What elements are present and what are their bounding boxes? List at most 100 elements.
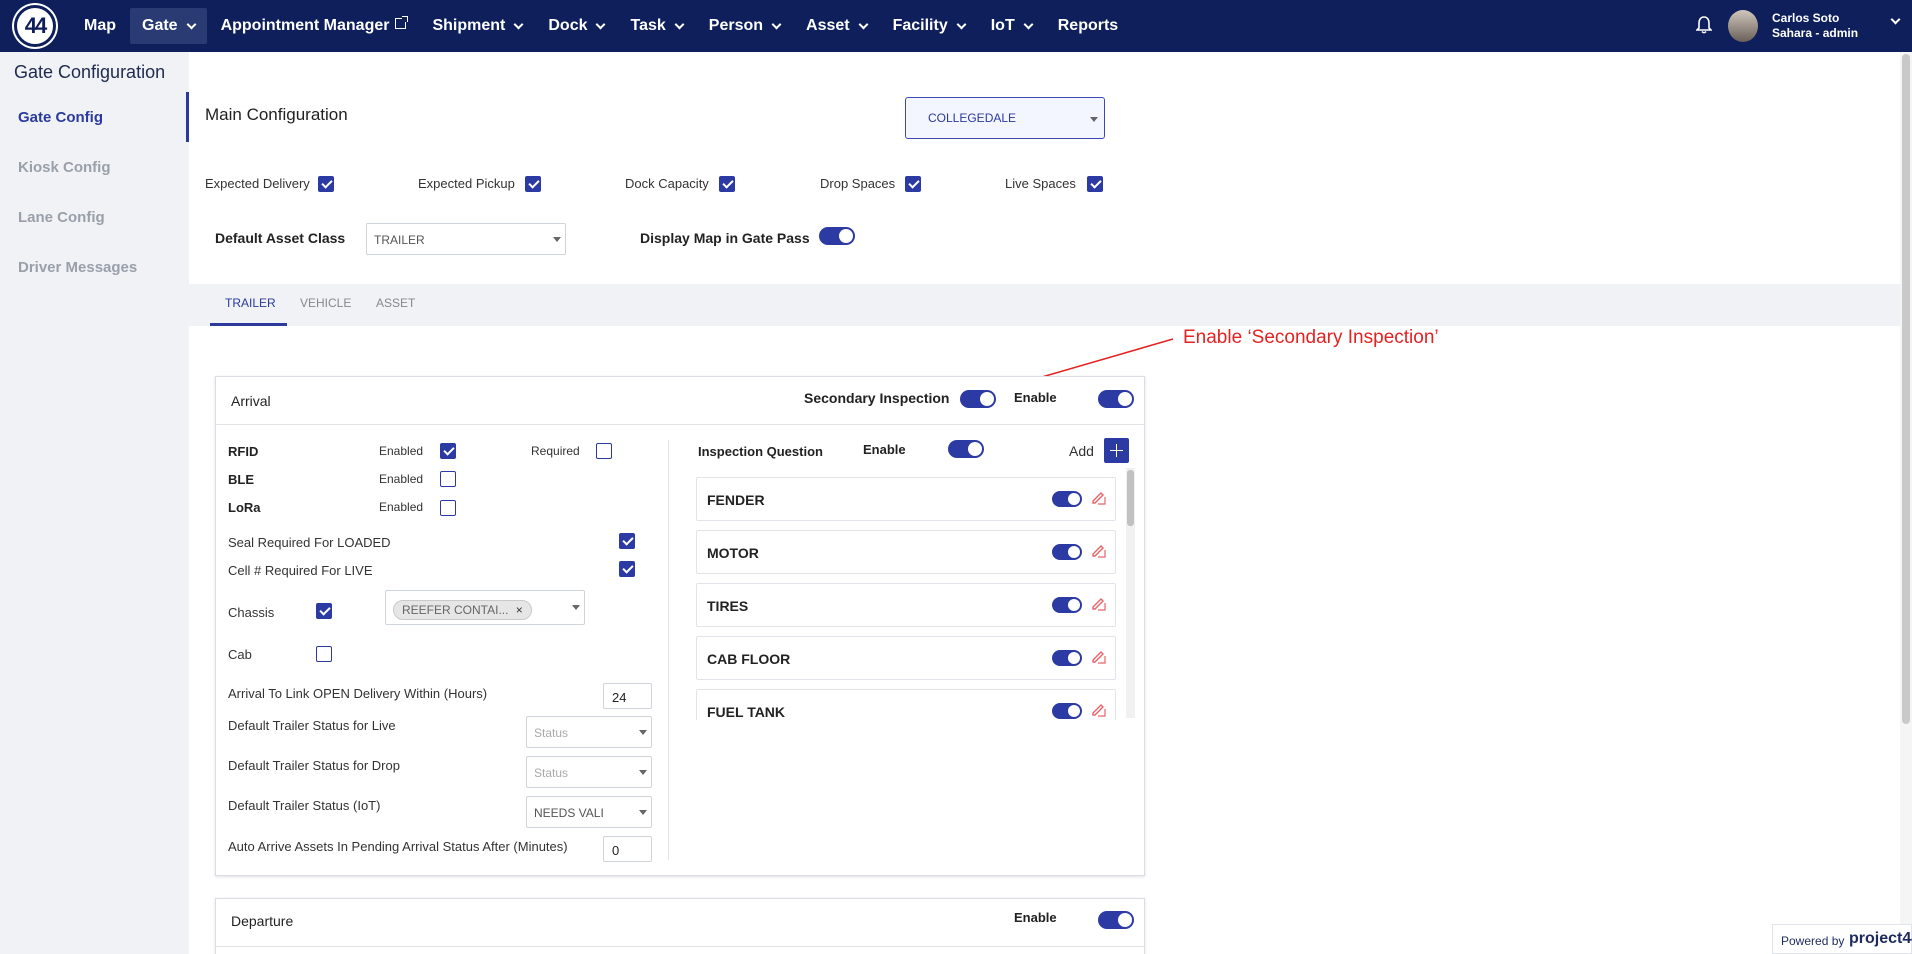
dock-capacity-checkbox[interactable] [719,176,735,192]
inspection-enable-label: Enable [863,442,906,457]
caret-down-icon [639,810,647,815]
rfid-enabled-checkbox[interactable] [440,443,456,459]
user-name: Carlos Soto [1772,11,1840,25]
iot-status-label: Default Trailer Status (IoT) [228,798,381,813]
project44-brand: project44 [1849,930,1912,947]
list-item: TIRES [696,583,1116,627]
chassis-checkbox[interactable] [316,603,332,619]
nav-facility[interactable]: Facility [881,8,977,44]
expected-delivery-checkbox[interactable] [318,176,334,192]
display-map-toggle[interactable] [819,227,855,245]
expected-delivery-label: Expected Delivery [205,176,310,191]
sidebar-active-indicator [186,92,189,142]
lora-label: LoRa [228,500,261,515]
caret-down-icon [639,730,647,735]
live-status-select[interactable]: Status [526,716,652,748]
departure-panel [215,898,1145,954]
edit-pencil-icon[interactable] [1091,490,1107,506]
lora-enabled-label: Enabled [379,500,424,514]
project44-logo[interactable]: 44 [14,5,56,47]
nav-gate[interactable]: Gate [130,8,207,44]
questions-scrollbar-thumb[interactable] [1127,470,1134,526]
drop-spaces-checkbox[interactable] [905,176,921,192]
tab-trailer[interactable]: TRAILER [225,296,276,310]
live-spaces-checkbox[interactable] [1087,176,1103,192]
page-scrollbar-thumb[interactable] [1902,54,1910,724]
nav-iot[interactable]: IoT [979,8,1044,44]
live-status-placeholder: Status [534,726,569,740]
sidebar-item-driver-messages[interactable]: Driver Messages [18,259,137,276]
question-toggle[interactable] [1052,544,1082,560]
edit-pencil-icon[interactable] [1091,702,1107,718]
nav-shipment-label: Shipment [432,17,506,34]
nav-dock[interactable]: Dock [536,8,616,44]
live-spaces-label: Live Spaces [1005,176,1076,191]
question-toggle[interactable] [1052,650,1082,666]
default-asset-class-select[interactable]: TRAILER [366,223,566,255]
list-item: CAB FLOOR [696,636,1116,680]
drop-status-select[interactable]: Status [526,756,652,788]
nav-person-label: Person [708,17,764,34]
chevron-down-icon [513,19,524,29]
avatar[interactable] [1728,10,1758,42]
rfid-required-checkbox[interactable] [596,443,612,459]
seal-required-checkbox[interactable] [619,533,635,549]
edit-pencil-icon[interactable] [1091,649,1107,665]
auto-arrive-value: 0 [612,843,620,858]
nav-task[interactable]: Task [618,8,694,44]
nav-dock-label: Dock [548,17,588,34]
sidebar-item-lane-config[interactable]: Lane Config [18,209,105,226]
departure-enable-toggle[interactable] [1098,911,1134,929]
question-toggle[interactable] [1052,597,1082,613]
arrival-enable-toggle[interactable] [1098,390,1134,408]
top-navigation-bar: 44 Map Gate Appointment Manager Shipment… [0,0,1912,52]
nav-appointment-manager[interactable]: Appointment Manager [209,8,419,44]
notification-bell-icon[interactable] [1696,16,1712,34]
link-open-delivery-value: 24 [612,690,627,705]
tab-vehicle[interactable]: VEHICLE [300,296,351,310]
ble-label: BLE [228,472,254,487]
sidebar-item-kiosk-config[interactable]: Kiosk Config [18,159,111,176]
tab-asset[interactable]: ASSET [376,296,415,310]
lora-enabled-checkbox[interactable] [440,500,456,516]
nav-map-label: Map [84,17,116,34]
edit-pencil-icon[interactable] [1091,596,1107,612]
chevron-down-icon [186,19,197,29]
nav-asset[interactable]: Asset [794,8,879,44]
chevron-down-icon [596,19,606,29]
ble-enabled-checkbox[interactable] [440,471,456,487]
caret-down-icon [553,237,561,242]
chevron-down-icon[interactable] [1890,14,1901,25]
expected-pickup-label: Expected Pickup [418,176,515,191]
edit-pencil-icon[interactable] [1091,543,1107,559]
nav-person[interactable]: Person [697,8,792,44]
cab-checkbox[interactable] [316,646,332,662]
live-status-label: Default Trailer Status for Live [228,718,396,733]
cab-label: Cab [228,647,252,662]
nav-reports[interactable]: Reports [1046,8,1130,44]
secondary-inspection-toggle[interactable] [960,390,996,408]
link-open-delivery-label: Arrival To Link OPEN Delivery Within (Ho… [228,686,488,701]
sidebar-item-gate-config[interactable]: Gate Config [18,109,103,126]
list-item: MOTOR [696,530,1116,574]
rfid-required-label: Required [531,444,580,458]
user-info[interactable]: Carlos Soto Sahara - admin [1772,11,1858,41]
cell-required-checkbox[interactable] [619,561,635,577]
column-divider [668,440,669,860]
chip-close-icon[interactable]: × [516,603,523,617]
iot-status-select[interactable]: NEEDS VALI [526,796,652,828]
inspection-enable-toggle[interactable] [948,440,984,458]
expected-pickup-checkbox[interactable] [525,176,541,192]
nav-map[interactable]: Map [72,8,128,44]
question-toggle[interactable] [1052,703,1082,719]
location-select[interactable]: COLLEGEDALE [905,97,1105,139]
location-value: COLLEGEDALE [928,111,1017,125]
chevron-down-icon [1023,19,1034,29]
nav-shipment[interactable]: Shipment [420,8,534,44]
chevron-down-icon [674,19,685,29]
link-open-delivery-input[interactable]: 24 [603,683,652,709]
add-question-button[interactable] [1104,438,1129,463]
question-toggle[interactable] [1052,491,1082,507]
auto-arrive-input[interactable]: 0 [603,836,652,862]
iot-status-value: NEEDS VALI [534,806,604,820]
